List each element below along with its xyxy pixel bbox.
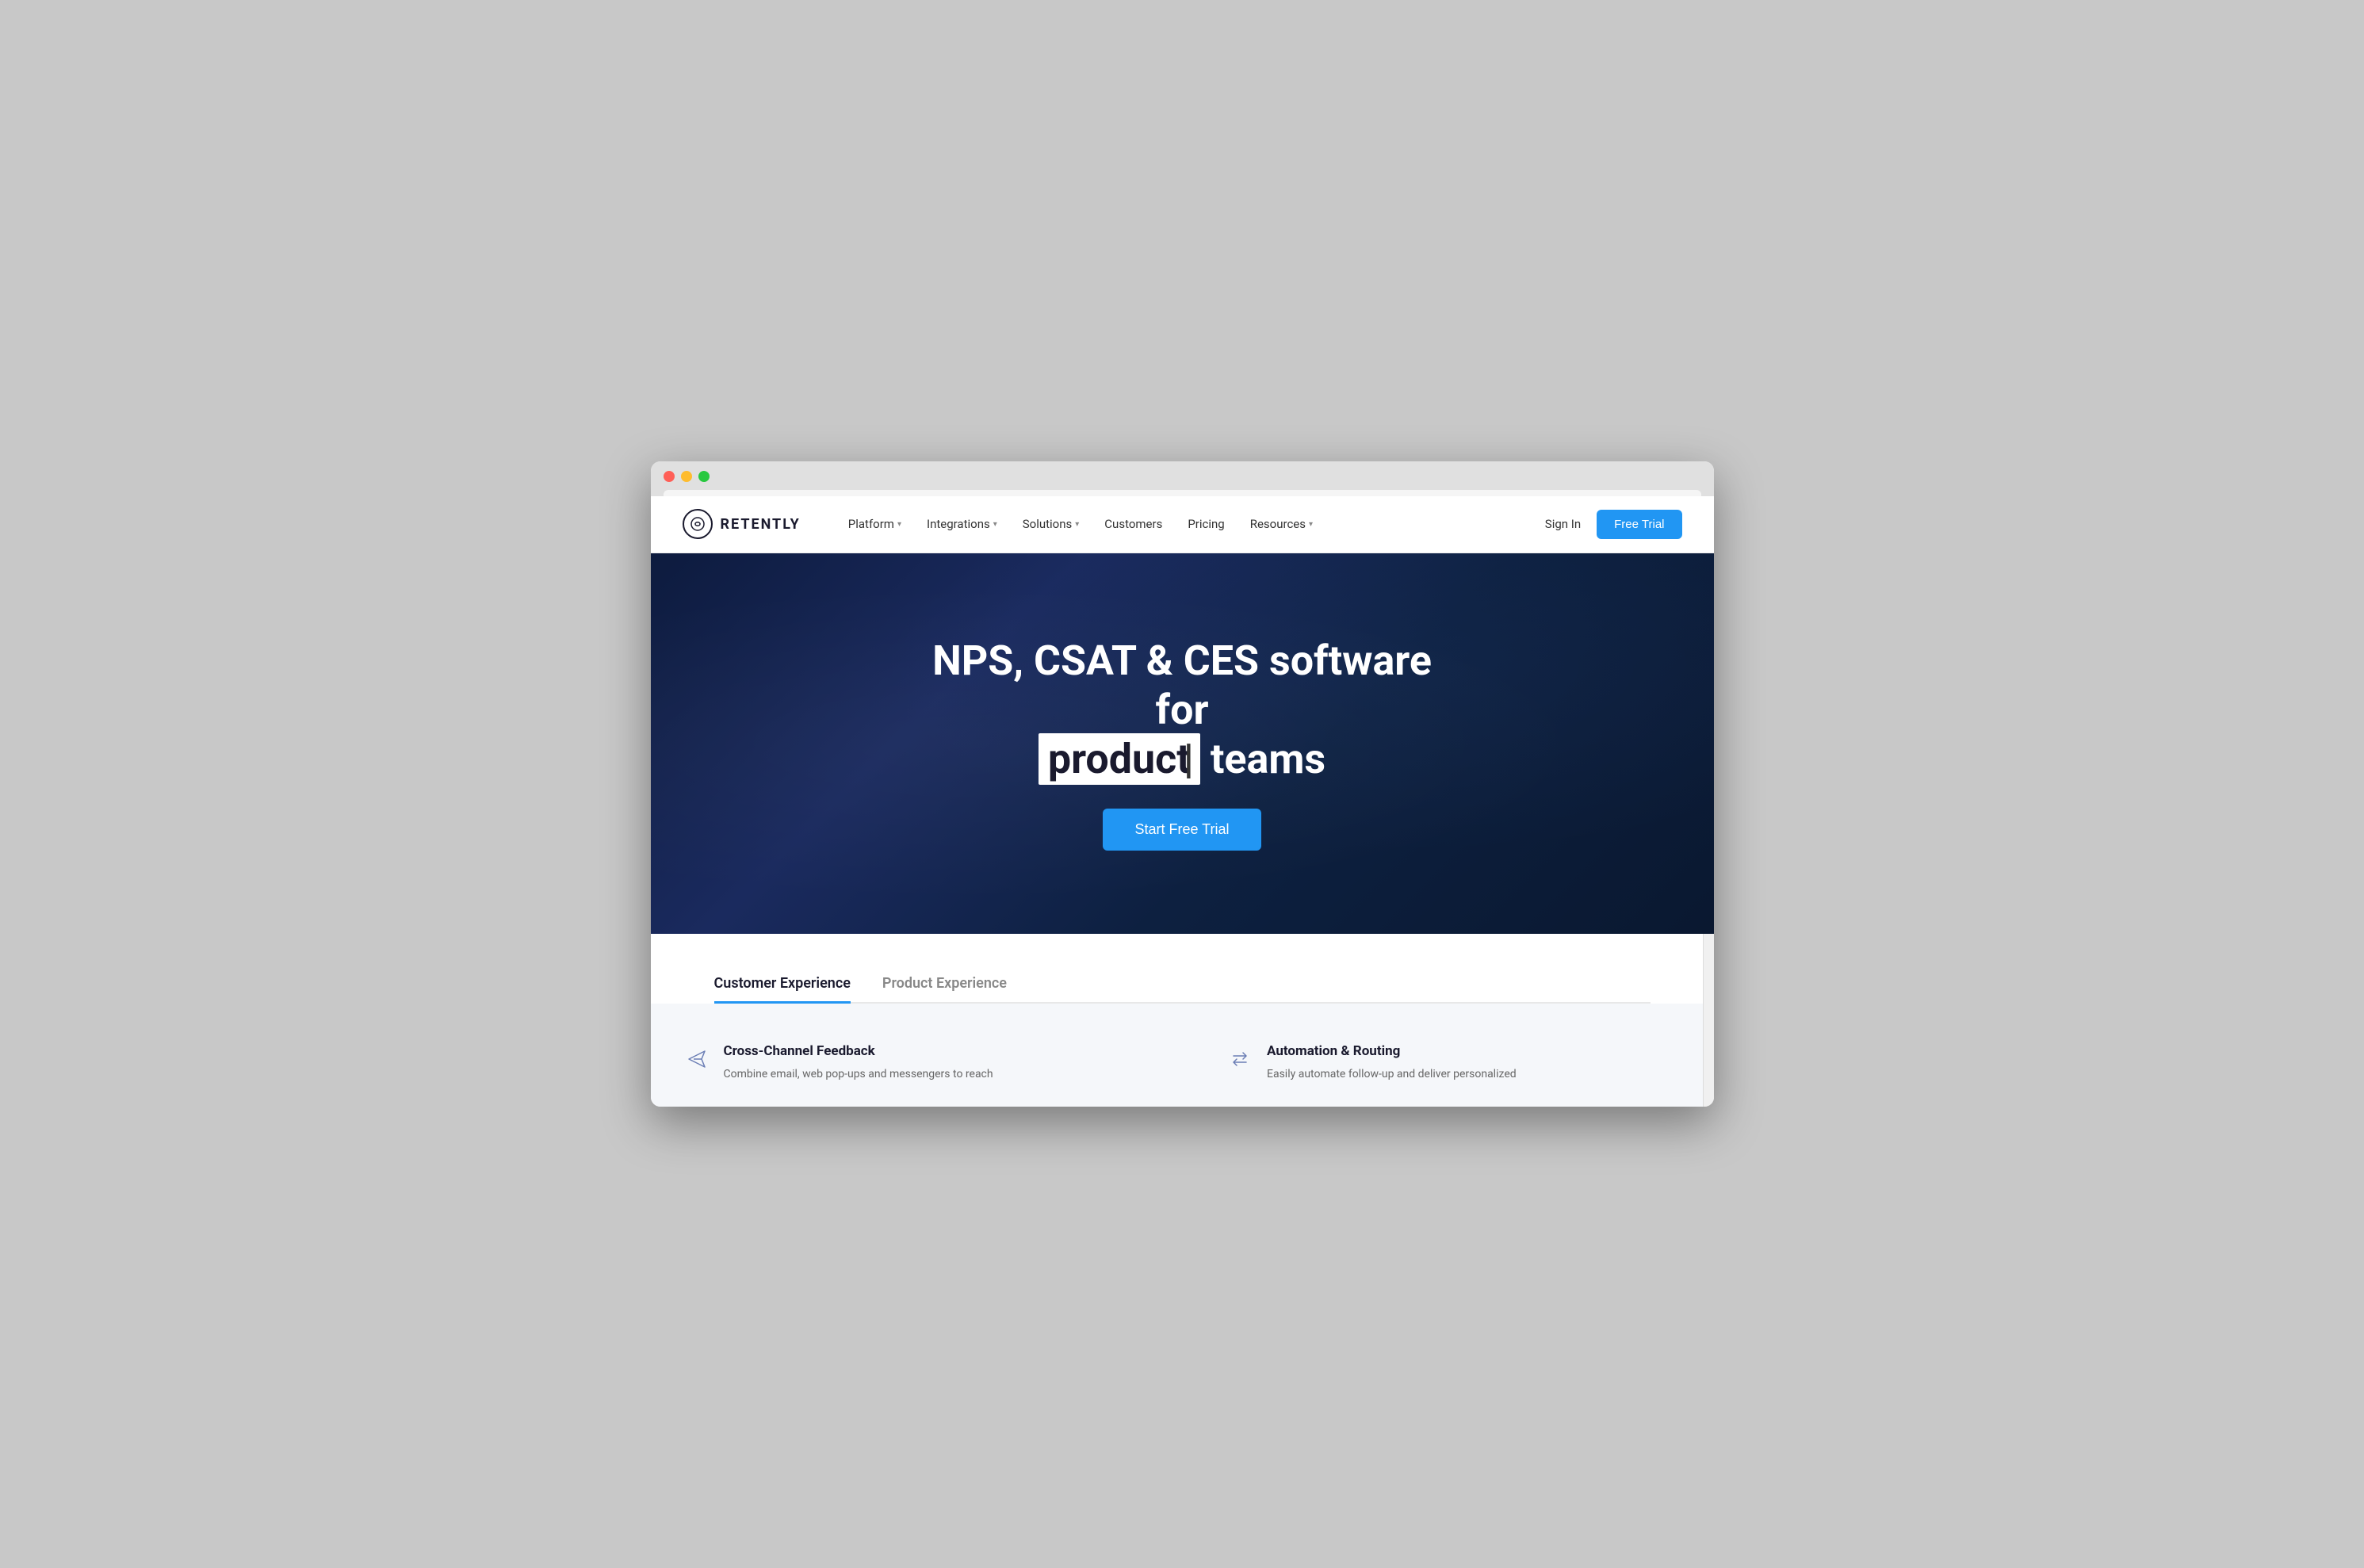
nav-links: Platform ▾ Integrations ▾ Solutions ▾ Cu…	[848, 517, 1545, 531]
feature-automation-title: Automation & Routing	[1267, 1043, 1517, 1059]
nav-integrations[interactable]: Integrations ▾	[927, 517, 997, 531]
features-content: Cross-Channel Feedback Combine email, we…	[651, 1004, 1714, 1107]
feature-cross-channel-text: Cross-Channel Feedback Combine email, we…	[724, 1043, 993, 1083]
chevron-down-icon: ▾	[897, 520, 901, 529]
nav-free-trial-button[interactable]: Free Trial	[1597, 510, 1681, 539]
tab-customer-experience[interactable]: Customer Experience	[714, 966, 851, 1004]
nav-solutions[interactable]: Solutions ▾	[1023, 517, 1080, 531]
page-content: RETENTLY Platform ▾ Integrations ▾ Solut…	[651, 496, 1714, 1107]
feature-automation-desc: Easily automate follow-up and deliver pe…	[1267, 1065, 1517, 1083]
send-icon	[683, 1045, 711, 1073]
feature-automation: Automation & Routing Easily automate fol…	[1194, 1043, 1714, 1083]
logo-text: RETENTLY	[721, 516, 801, 533]
nav-customers[interactable]: Customers	[1104, 517, 1162, 531]
hero-title: NPS, CSAT & CES software for product tea…	[905, 637, 1459, 785]
close-button[interactable]	[664, 471, 675, 482]
nav-pricing[interactable]: Pricing	[1188, 517, 1224, 531]
features-tabs: Customer Experience Product Experience	[714, 966, 1651, 1004]
feature-cross-channel: Cross-Channel Feedback Combine email, we…	[651, 1043, 1171, 1083]
hero-section: NPS, CSAT & CES software for product tea…	[651, 553, 1714, 934]
sign-in-link[interactable]: Sign In	[1545, 517, 1581, 531]
maximize-button[interactable]	[698, 471, 710, 482]
nav-platform[interactable]: Platform ▾	[848, 517, 901, 531]
traffic-lights	[664, 471, 1701, 482]
tab-product-experience[interactable]: Product Experience	[882, 966, 1007, 1004]
chevron-down-icon: ▾	[1309, 520, 1313, 529]
feature-cross-channel-desc: Combine email, web pop-ups and messenger…	[724, 1065, 993, 1083]
hero-highlight-word: product	[1039, 733, 1200, 785]
browser-window: RETENTLY Platform ▾ Integrations ▾ Solut…	[651, 461, 1714, 1107]
hero-cta-button[interactable]: Start Free Trial	[1103, 809, 1260, 851]
navigation: RETENTLY Platform ▾ Integrations ▾ Solut…	[651, 496, 1714, 553]
address-bar[interactable]	[664, 490, 1701, 496]
nav-resources[interactable]: Resources ▾	[1250, 517, 1313, 531]
feature-automation-text: Automation & Routing Easily automate fol…	[1267, 1043, 1517, 1083]
logo[interactable]: RETENTLY	[683, 509, 801, 539]
nav-actions: Sign In Free Trial	[1545, 510, 1682, 539]
minimize-button[interactable]	[681, 471, 692, 482]
features-section: Customer Experience Product Experience	[651, 934, 1714, 1004]
swap-icon	[1226, 1045, 1254, 1073]
logo-icon	[683, 509, 713, 539]
feature-cross-channel-title: Cross-Channel Feedback	[724, 1043, 993, 1059]
chevron-down-icon: ▾	[993, 520, 997, 529]
chevron-down-icon: ▾	[1075, 520, 1079, 529]
browser-chrome	[651, 461, 1714, 496]
